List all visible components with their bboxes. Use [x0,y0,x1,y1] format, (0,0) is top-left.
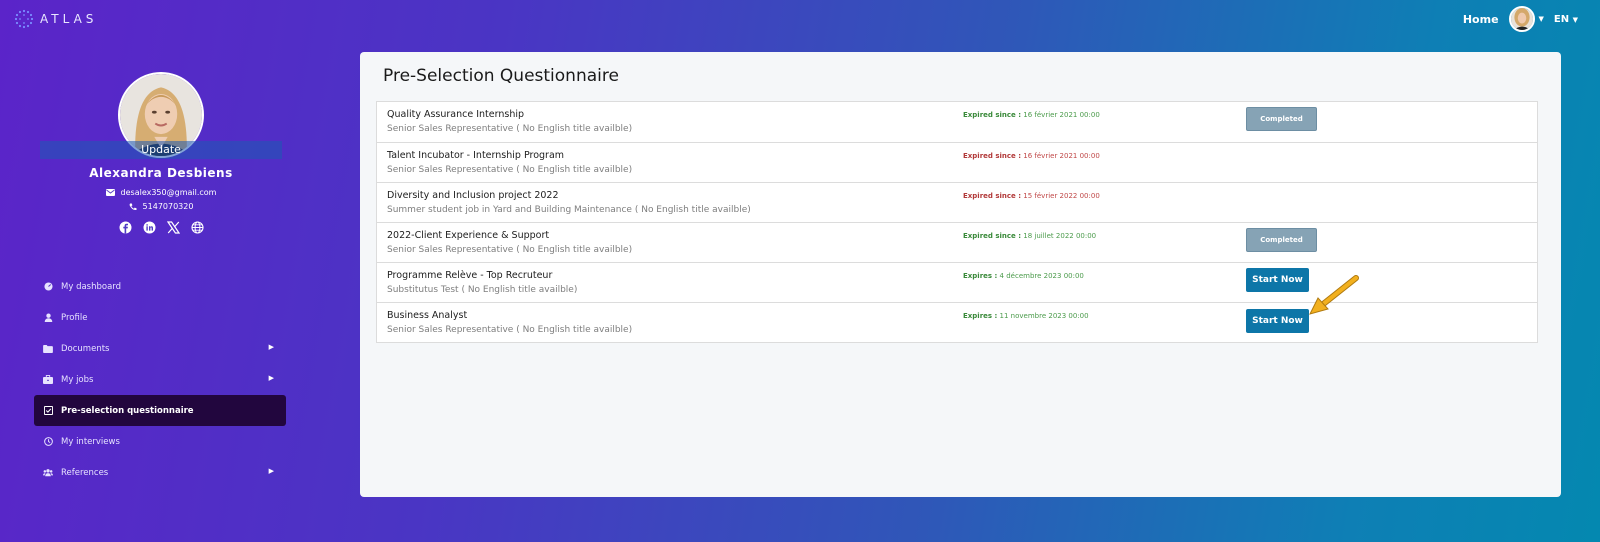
language-selector[interactable]: EN ▼ [1554,14,1578,25]
questionnaire-row: Business Analyst Senior Sales Representa… [377,302,1537,342]
facebook-icon[interactable] [119,219,132,234]
profile-phone: 5147070320 [142,202,194,211]
questionnaire-title: Talent Incubator - Internship Program [387,150,565,161]
expiry-label: Expired since : [963,192,1022,200]
sidebar-item-my-jobs[interactable]: My jobs ▶ [34,364,286,395]
user-icon [43,313,53,323]
envelope-icon [105,189,115,196]
questionnaire-subtitle: Substitutus Test ( No English title avai… [387,285,578,295]
questionnaire-row: 2022-Client Experience & Support Senior … [377,222,1537,262]
checkbox-icon [43,406,53,416]
update-photo-button[interactable]: Update [40,141,282,159]
profile-phone-row: 5147070320 [40,202,282,211]
logo-text: ATLAS [40,12,98,26]
questionnaire-subtitle: Senior Sales Representative ( No English… [387,124,633,134]
pointer-arrow-icon [1309,275,1359,315]
phone-icon [129,203,137,210]
expiry-info: Expired since : 18 juillet 2022 00:00 [963,232,1096,240]
questionnaire-list: Quality Assurance Internship Senior Sale… [376,101,1538,343]
questionnaire-title: Programme Relève - Top Recruteur [387,270,553,281]
start-now-button[interactable]: Start Now [1246,309,1309,333]
profile-name: Alexandra Desbiens [89,166,233,180]
profile-email-row: desalex350@gmail.com [40,188,282,197]
atlas-logo[interactable]: ATLAS [14,9,97,29]
expiry-date: 16 février 2021 00:00 [1023,111,1100,119]
expiry-label: Expired since : [963,111,1022,119]
sidebar-item-dashboard[interactable]: My dashboard [34,271,286,302]
dashboard-icon [43,282,53,292]
globe-icon[interactable] [190,219,204,234]
sidebar-item-pre-selection-questionnaire[interactable]: Pre-selection questionnaire [34,395,286,426]
expiry-info: Expired since : 15 février 2022 00:00 [963,192,1100,200]
questionnaire-row: Talent Incubator - Internship Program Se… [377,142,1537,182]
questionnaire-row: Quality Assurance Internship Senior Sale… [377,102,1537,142]
avatar-chevron-down-icon[interactable]: ▼ [1539,15,1544,23]
questionnaire-title: Quality Assurance Internship [387,109,525,120]
x-twitter-icon[interactable] [166,219,180,234]
questionnaire-panel: Pre-Selection Questionnaire Quality Assu… [360,52,1561,497]
language-label: EN [1553,13,1570,25]
sidebar-item-label: Documents [61,343,110,354]
expiry-label: Expires : [963,312,998,320]
users-icon [43,468,53,478]
sidebar-item-label: References [61,467,109,478]
sidebar-nav: My dashboard Profile Documents ▶ My jobs… [34,271,286,488]
sidebar-item-label: Profile [61,312,88,323]
expiry-date: 4 décembre 2023 00:00 [999,272,1084,280]
social-links [40,219,282,234]
linkedin-icon[interactable] [143,219,156,234]
sidebar-item-profile[interactable]: Profile [34,302,286,333]
expiry-info: Expired since : 16 février 2021 00:00 [963,152,1100,160]
questionnaire-title: Diversity and Inclusion project 2022 [387,190,559,201]
expiry-label: Expired since : [963,152,1022,160]
sidebar-item-documents[interactable]: Documents ▶ [34,333,286,364]
expiry-info: Expires : 11 novembre 2023 00:00 [963,312,1089,320]
sidebar-item-label: Pre-selection questionnaire [61,405,194,416]
sidebar-item-my-interviews[interactable]: My interviews [34,426,286,457]
folder-icon [43,344,53,354]
sidebar-item-references[interactable]: References ▶ [34,457,286,488]
chevron-right-icon: ▶ [268,467,274,475]
top-bar: ATLAS Home ▼ EN ▼ [0,0,1600,40]
chevron-right-icon: ▶ [268,343,274,351]
expiry-label: Expired since : [963,232,1022,240]
completed-button[interactable]: Completed [1246,228,1317,252]
questionnaire-subtitle: Senior Sales Representative ( No English… [387,325,633,335]
sidebar-item-label: My interviews [61,436,120,447]
user-avatar[interactable] [1508,6,1535,32]
questionnaire-row: Diversity and Inclusion project 2022 Sum… [377,182,1537,222]
start-now-button[interactable]: Start Now [1246,268,1309,292]
page-title: Pre-Selection Questionnaire [383,66,619,86]
language-chevron-down-icon: ▼ [1572,15,1578,24]
profile-email: desalex350@gmail.com [120,188,217,197]
briefcase-icon [43,375,53,385]
clock-icon [43,437,53,447]
home-link[interactable]: Home [1463,13,1499,26]
questionnaire-subtitle: Senior Sales Representative ( No English… [387,245,633,255]
expiry-info: Expires : 4 décembre 2023 00:00 [963,272,1084,280]
expiry-date: 16 février 2021 00:00 [1023,152,1100,160]
expiry-date: 18 juillet 2022 00:00 [1023,232,1097,240]
atlas-logo-icon [14,9,34,29]
questionnaire-subtitle: Summer student job in Yard and Building … [387,205,751,215]
expiry-label: Expires : [963,272,998,280]
chevron-right-icon: ▶ [268,374,274,382]
expiry-date: 15 février 2022 00:00 [1023,192,1100,200]
profile-card: Update Alexandra Desbiens desalex350@gma… [40,72,282,234]
expiry-info: Expired since : 16 février 2021 00:00 [963,111,1100,119]
sidebar-item-label: My dashboard [61,281,122,292]
questionnaire-row: Programme Relève - Top Recruteur Substit… [377,262,1537,302]
questionnaire-title: 2022-Client Experience & Support [387,230,550,241]
sidebar-item-label: My jobs [61,374,94,385]
expiry-date: 11 novembre 2023 00:00 [999,312,1089,320]
completed-button[interactable]: Completed [1246,107,1317,131]
questionnaire-subtitle: Senior Sales Representative ( No English… [387,165,633,175]
questionnaire-title: Business Analyst [387,310,468,321]
